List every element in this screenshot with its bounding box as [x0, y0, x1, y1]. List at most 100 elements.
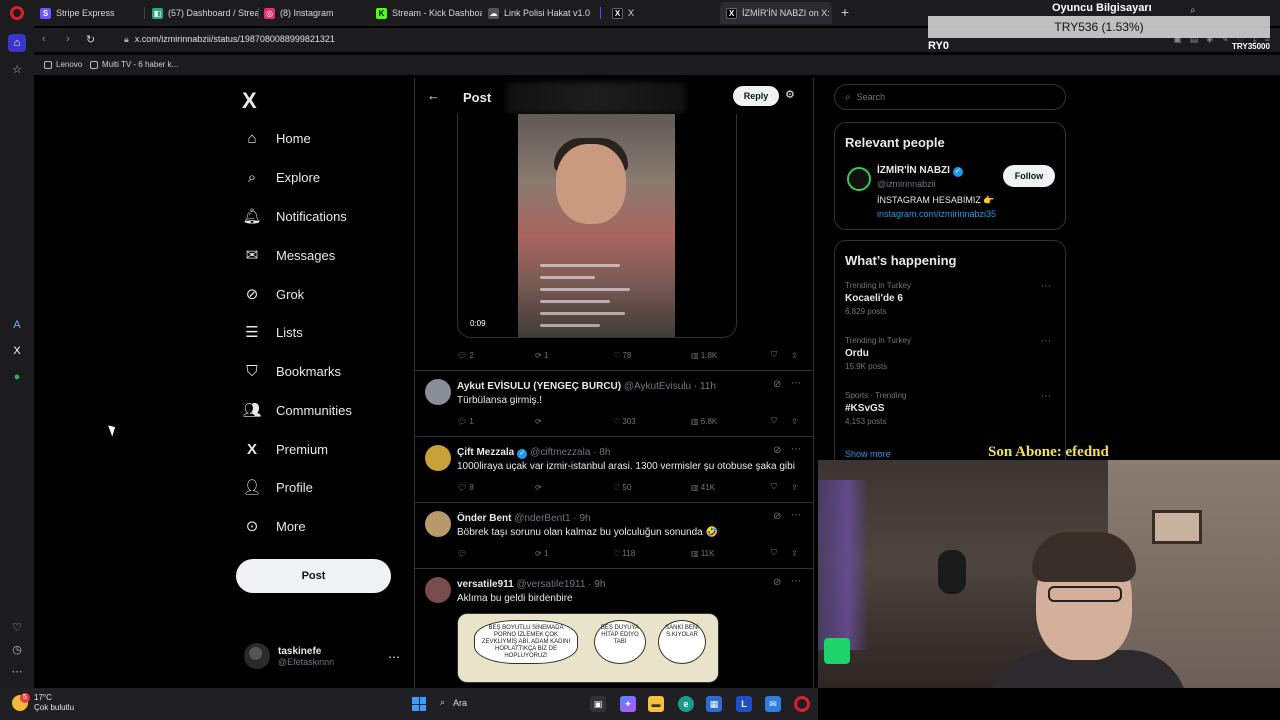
nav-messages[interactable]: ✉ Messages — [242, 245, 336, 265]
tab-stripe-express[interactable]: S Stripe Express — [34, 2, 142, 24]
reply-action[interactable]: 💬︎ 1 — [457, 417, 474, 426]
home-icon[interactable]: ⌂ — [8, 34, 26, 52]
video-player[interactable]: 0:09 — [457, 114, 737, 338]
repost-action[interactable]: ⟳ — [535, 483, 542, 492]
trend-item[interactable]: Trending in Turkey Ordu 15.9K posts ⋯ — [845, 336, 1057, 371]
nav-more[interactable]: ⊙ More — [242, 516, 306, 536]
grok-icon[interactable]: ⊘ — [773, 445, 781, 456]
reply-action[interactable]: 💬︎ 2 — [457, 351, 474, 360]
clock-icon[interactable]: ◷ — [8, 640, 26, 658]
more-dots-icon[interactable]: ⋯ — [791, 378, 801, 389]
comic-image[interactable]: BEŞ BOYUTLU SİNEMADA PORNO İZLEMEK ÇOK Z… — [457, 613, 719, 683]
reply-item[interactable]: Çift Mezzala ✓ @ciftmezzala · 8h ⊘ ⋯ 1000l… — [415, 436, 813, 502]
nav-bookmarks[interactable]: ⛉ Bookmarks — [242, 361, 341, 381]
heart-icon[interactable]: ♡ — [8, 618, 26, 636]
nav-home[interactable]: ⌂ Home — [242, 128, 310, 148]
views-action[interactable]: ▥ 6.8K — [691, 417, 717, 426]
more-dots-icon[interactable]: ⋯ — [1041, 391, 1051, 402]
aria-icon[interactable]: A — [8, 316, 26, 334]
sliders-icon[interactable]: ⚙ — [785, 88, 795, 101]
grok-icon[interactable]: ⊘ — [773, 577, 781, 588]
reply-action[interactable]: 💬︎ 8 — [457, 483, 474, 492]
reload-icon[interactable]: ↻ — [86, 33, 95, 46]
reply-item[interactable]: Aykut EVİSULU (YENGEÇ BURCU) @AykutEvisu… — [415, 370, 813, 436]
spotify-icon[interactable]: ● — [8, 368, 26, 386]
bookmark-icon[interactable]: ⛉ — [771, 548, 777, 558]
opera-logo-icon[interactable] — [10, 6, 24, 20]
views-action[interactable]: ▥ 11K — [691, 549, 714, 558]
outlook-icon[interactable]: ✉ — [765, 696, 781, 712]
reply-button[interactable]: Reply — [733, 86, 779, 106]
avatar[interactable] — [847, 167, 871, 191]
more-dots-icon[interactable]: ⋯ — [1041, 281, 1051, 292]
show-more-link[interactable]: Show more — [845, 449, 891, 459]
views-action[interactable]: ▥ 1.8K — [691, 351, 717, 360]
like-action[interactable]: ♡ 118 — [613, 549, 635, 558]
tab-izmirin-nabzi[interactable]: X İZMİR'İN NABZI on X: "İzm — [720, 2, 832, 24]
nav-lists[interactable]: ☰ Lists — [242, 322, 302, 342]
tab-x[interactable]: X X — [606, 2, 716, 24]
reply-item[interactable]: versatile911 @versatile1911 · 9h ⊘ ⋯ Akl… — [415, 568, 813, 688]
more-dots-icon[interactable]: ⋯ — [388, 650, 400, 664]
more-dots-icon[interactable]: ⋯ — [791, 444, 801, 455]
opera-icon[interactable] — [794, 696, 810, 712]
bookmark-icon[interactable]: ⛉ — [771, 416, 777, 426]
forward-icon[interactable]: › — [66, 33, 70, 45]
nav-premium[interactable]: X Premium — [242, 439, 328, 459]
bookmark-icon[interactable]: ⛉ — [771, 350, 777, 360]
weather-widget[interactable]: 5 17°C Çok bulutlu — [12, 693, 74, 713]
nav-notifications[interactable]: 🔔︎ Notifications — [242, 206, 346, 226]
person-link[interactable]: instagram.com/izmirinnabzi35 — [877, 209, 996, 219]
bookmark-lenovo[interactable]: Lenovo — [44, 60, 82, 69]
more-dots-icon[interactable]: ⋯ — [1041, 336, 1051, 347]
repost-action[interactable]: ⟳ 1 — [535, 549, 548, 558]
tab-instagram[interactable]: ◎ (8) Instagram — [258, 2, 366, 24]
tab-streamlabs-dashboard[interactable]: ◧ (57) Dashboard / Streamla — [146, 2, 258, 24]
search-box[interactable]: ⌕ — [834, 84, 1066, 110]
follow-button[interactable]: Follow — [1003, 165, 1055, 187]
reply-item[interactable]: Önder Bent @nderBent1 · 9h ⊘ ⋯ Böbrek ta… — [415, 502, 813, 568]
back-icon[interactable]: ‹ — [42, 33, 46, 45]
back-arrow-icon[interactable]: ← — [427, 88, 440, 103]
copilot-icon[interactable]: ✦ — [620, 696, 636, 712]
nav-explore[interactable]: ⌕ Explore — [242, 167, 320, 187]
taskbar-search[interactable]: ⌕ Ara — [440, 697, 467, 708]
share-icon[interactable]: ⇪ — [791, 351, 798, 360]
grok-icon[interactable]: ⊘ — [773, 511, 781, 522]
repost-action[interactable]: ⟳ 1 — [535, 351, 548, 360]
more-dots-icon[interactable]: ⋯ — [8, 662, 26, 680]
more-dots-icon[interactable]: ⋯ — [791, 576, 801, 587]
bookmark-icon[interactable]: ⛉ — [771, 482, 777, 492]
repost-action[interactable]: ⟳ — [535, 417, 542, 426]
x-logo-icon[interactable]: X — [242, 88, 257, 114]
nav-communities[interactable]: 👥︎ Communities — [242, 400, 351, 420]
file-explorer-icon[interactable]: ▬ — [648, 696, 664, 712]
url-field[interactable]: 🔒︎ x.com/izmirinnabzii/status/19870800889… — [124, 34, 335, 45]
person-name[interactable]: İZMİR'İN NABZI ✓ — [877, 165, 966, 177]
nav-grok[interactable]: ⊘ Grok — [242, 284, 304, 304]
trend-item[interactable]: Trending in Turkey Kocaeli'de 6 6,829 po… — [845, 281, 1057, 316]
star-icon[interactable]: ☆ — [8, 60, 26, 78]
search-input[interactable] — [856, 92, 1047, 102]
like-action[interactable]: ♡ 303 — [613, 417, 636, 426]
windows-start-icon[interactable] — [412, 697, 426, 711]
like-action[interactable]: ♡ 78 — [613, 351, 631, 360]
new-tab-plus-icon[interactable]: + — [838, 5, 852, 19]
account-switcher[interactable]: taskinefe @Efetaskinnn — [244, 643, 334, 669]
x-icon[interactable]: X — [8, 342, 26, 360]
tab-kick-dashboard[interactable]: K Stream - Kick Dashboard — [370, 2, 482, 24]
post-button[interactable]: Post — [236, 559, 391, 593]
edge-icon[interactable]: e — [678, 696, 694, 712]
l-app-icon[interactable]: L — [736, 696, 752, 712]
search-tabs-icon[interactable]: ⌕ — [1190, 5, 1196, 16]
views-action[interactable]: ▥ 41K — [691, 483, 715, 492]
grok-icon[interactable]: ⊘ — [773, 379, 781, 390]
share-icon[interactable]: ⇪ — [791, 483, 798, 492]
nav-profile[interactable]: 👤︎ Profile — [242, 477, 312, 497]
store-icon[interactable]: ▦ — [706, 696, 722, 712]
like-action[interactable]: ♡ 50 — [613, 483, 631, 492]
trend-item[interactable]: Sports · Trending #KSvGS 4,153 posts ⋯ — [845, 391, 1057, 426]
more-dots-icon[interactable]: ⋯ — [791, 510, 801, 521]
tab-link-polisi[interactable]: ☁ Link Polisi Hakat v1.0 — [482, 2, 594, 24]
share-icon[interactable]: ⇪ — [791, 417, 798, 426]
